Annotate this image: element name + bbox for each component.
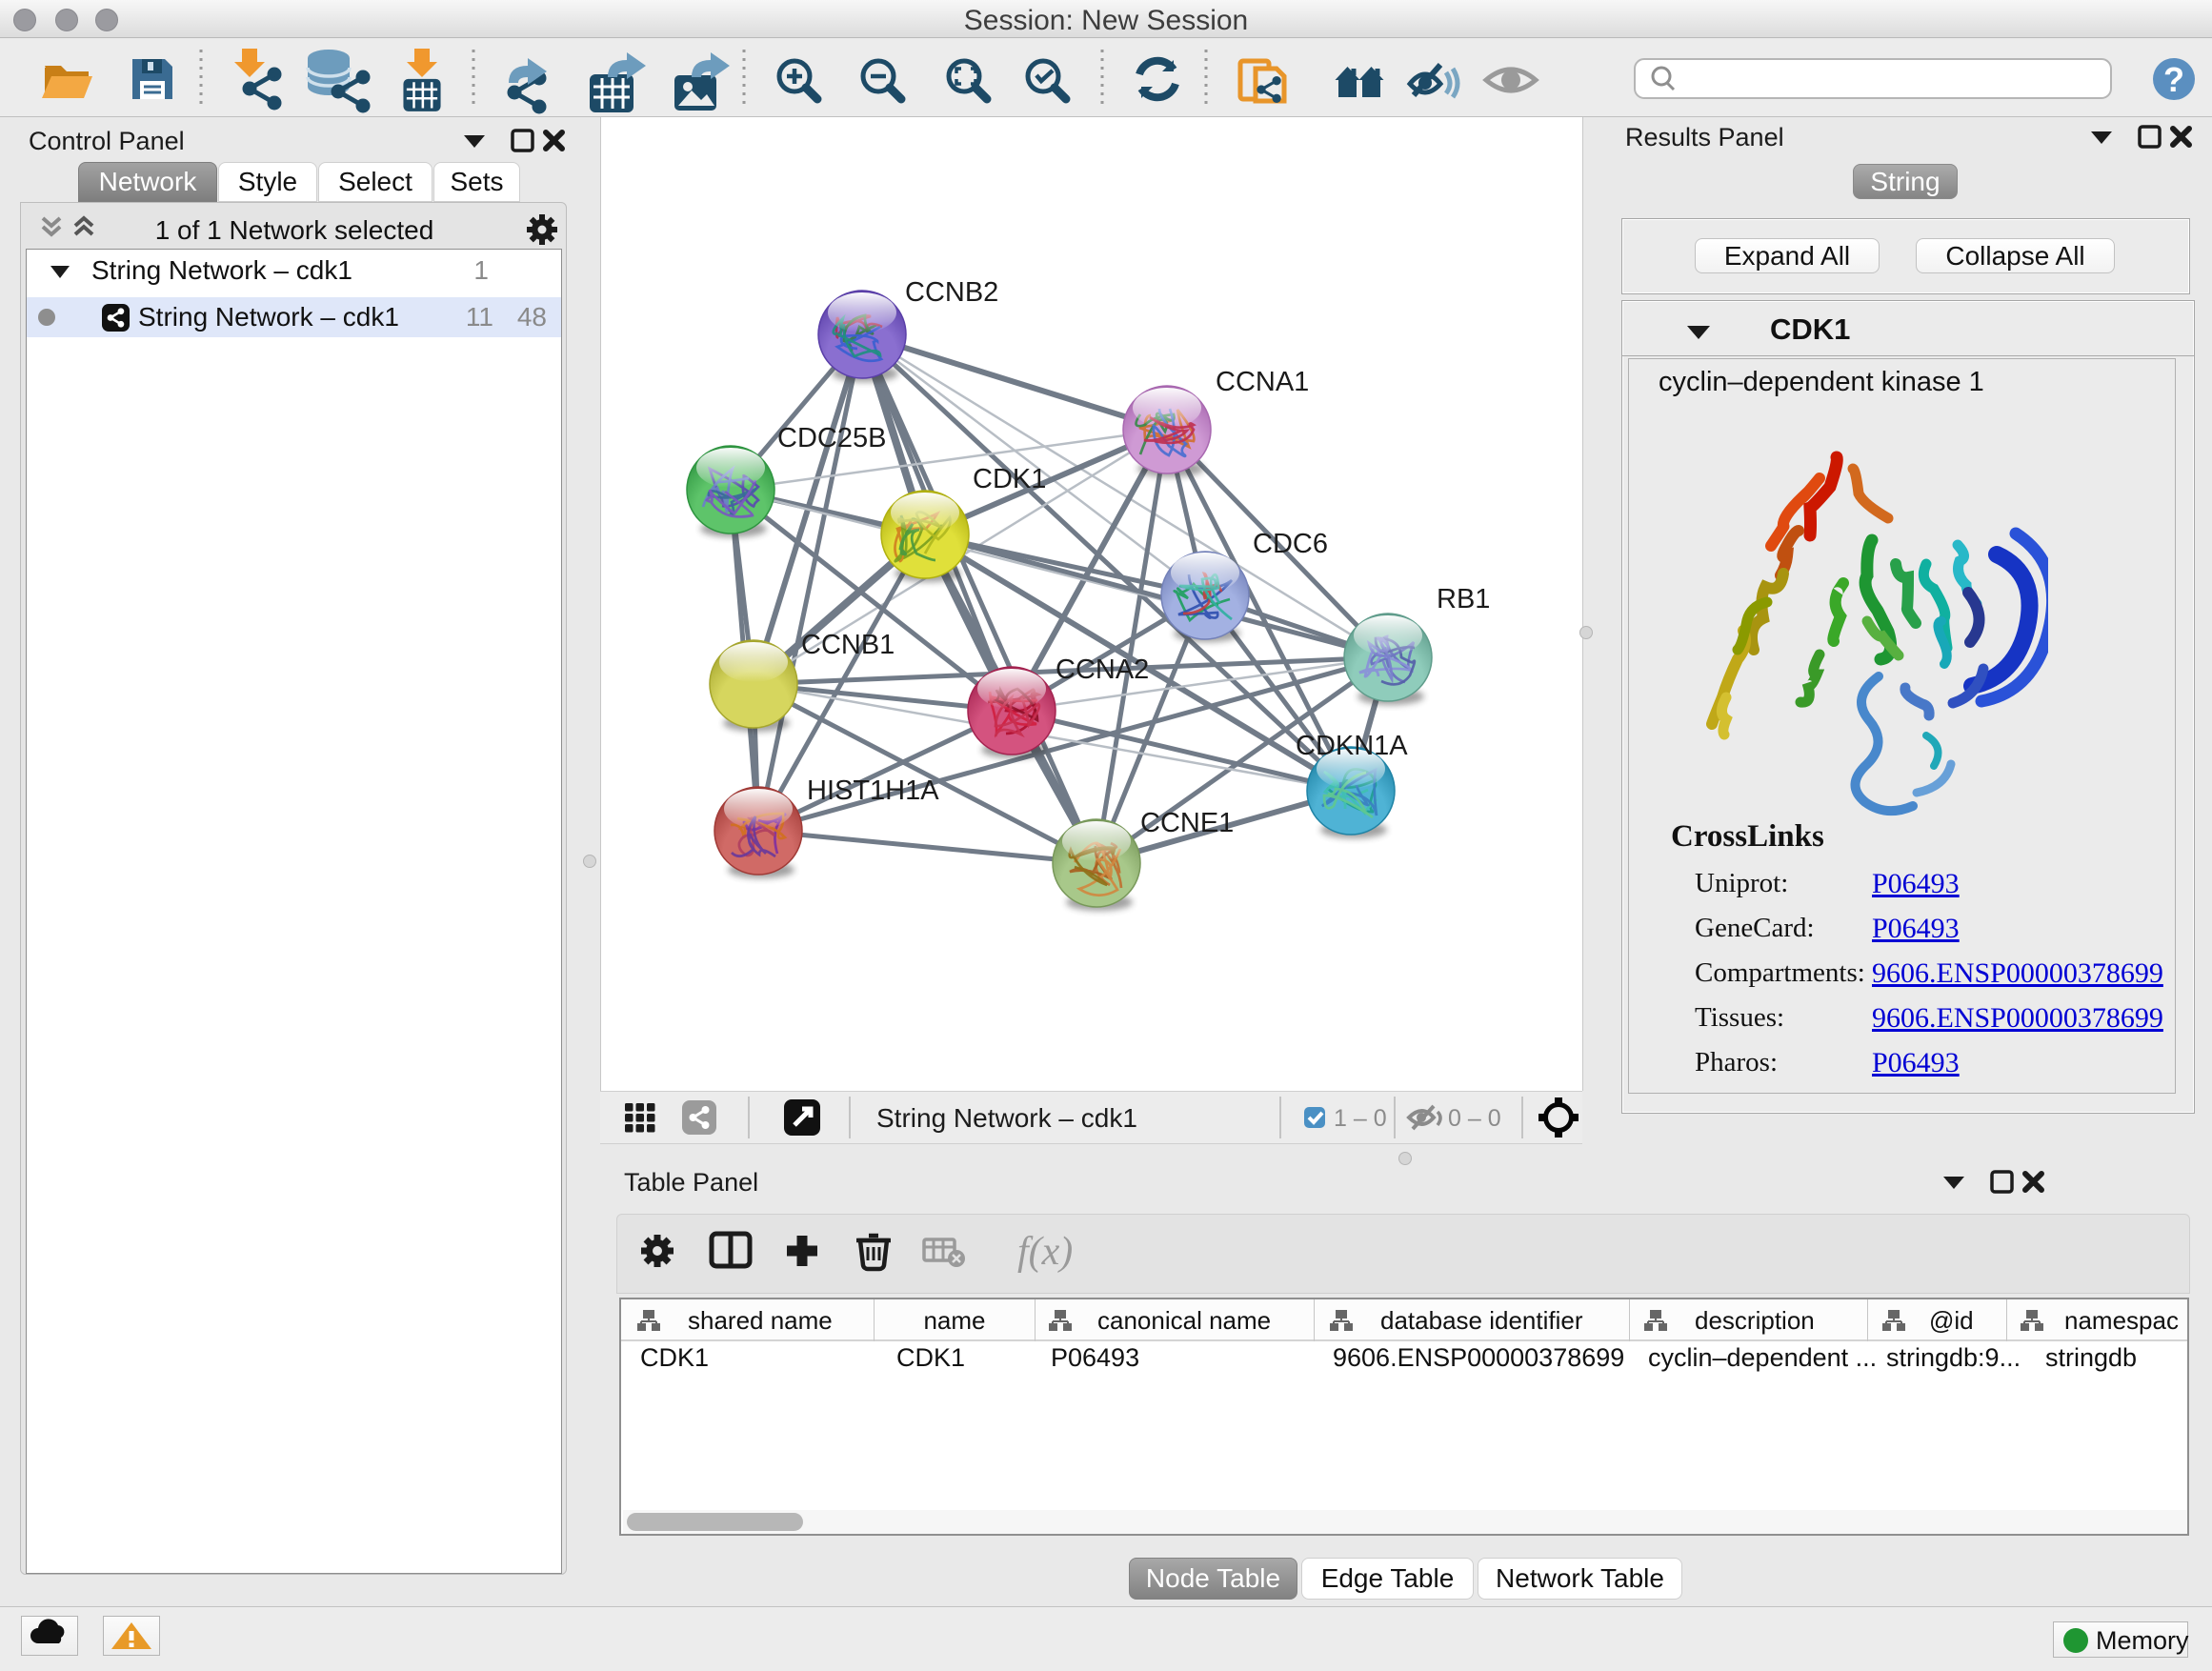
svg-text:CDKN1A: CDKN1A — [1296, 731, 1408, 761]
svg-text:CCNB1: CCNB1 — [801, 630, 895, 660]
svg-text:CDK1: CDK1 — [973, 464, 1046, 494]
svg-text:String Network – cdk1: String Network – cdk1 — [876, 1103, 1137, 1133]
svg-text:database identifier: database identifier — [1380, 1306, 1583, 1335]
svg-text:CCNA2: CCNA2 — [1056, 654, 1149, 685]
svg-text:CDC6: CDC6 — [1253, 529, 1328, 559]
svg-text:1 – 0: 1 – 0 — [1334, 1105, 1387, 1132]
svg-text:CDC25B: CDC25B — [777, 423, 886, 453]
svg-text:shared name: shared name — [688, 1306, 833, 1335]
svg-text:name: name — [923, 1306, 985, 1335]
svg-text:RB1: RB1 — [1437, 584, 1490, 614]
svg-text:0 – 0: 0 – 0 — [1448, 1105, 1501, 1132]
svg-text:description: description — [1695, 1306, 1815, 1335]
svg-text:CCNB2: CCNB2 — [905, 277, 998, 308]
svg-text:CCNE1: CCNE1 — [1140, 808, 1234, 838]
svg-text:?: ? — [2163, 60, 2184, 99]
svg-text:f(x): f(x) — [1017, 1230, 1073, 1274]
svg-text:canonical name: canonical name — [1097, 1306, 1271, 1335]
svg-text:HIST1H1A: HIST1H1A — [807, 775, 939, 806]
svg-text:@id: @id — [1929, 1306, 1974, 1335]
svg-text:CCNA1: CCNA1 — [1216, 367, 1309, 397]
svg-text:namespac: namespac — [2064, 1306, 2179, 1335]
